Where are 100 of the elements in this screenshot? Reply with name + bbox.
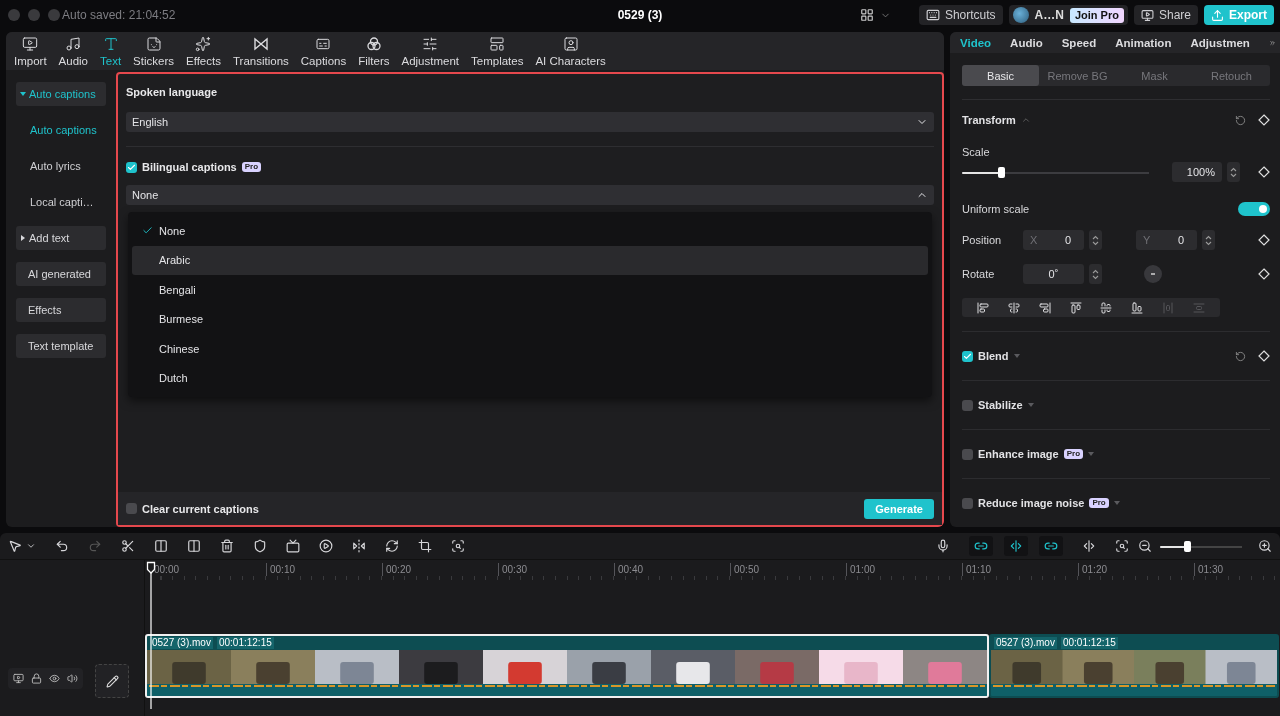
video-clip[interactable]: 0527 (3).mov 00:01:12:15 — [989, 634, 1279, 698]
keyframe-icon[interactable] — [1258, 234, 1270, 246]
sidebar-button[interactable]: Text template — [16, 334, 106, 358]
stepper-icon[interactable] — [1089, 264, 1102, 284]
crop-icon[interactable] — [418, 539, 432, 553]
toolbar-tab[interactable]: Audio — [52, 35, 94, 67]
link-icon[interactable] — [1039, 536, 1063, 556]
toolbar-tab[interactable]: Import — [8, 35, 53, 67]
dropdown-option[interactable]: Bengali — [132, 275, 928, 305]
share-button[interactable]: Share — [1133, 5, 1198, 25]
translation-select[interactable]: None — [126, 185, 934, 205]
toggle-switch[interactable] — [1238, 202, 1270, 216]
zoom-in-icon[interactable] — [1258, 539, 1272, 553]
play-circle-icon[interactable] — [319, 539, 333, 553]
volume-icon[interactable] — [67, 673, 78, 684]
delete-icon[interactable] — [220, 539, 234, 553]
keyframe-icon[interactable] — [1258, 166, 1270, 178]
sidebar-button[interactable]: Effects — [16, 298, 106, 322]
cover-button[interactable] — [95, 664, 129, 698]
pointer-icon[interactable] — [8, 539, 22, 553]
inspector-tab[interactable]: Adjustmen — [1190, 36, 1259, 49]
inspector-tab[interactable]: Speed — [1061, 36, 1106, 49]
sidebar-item[interactable]: Auto captions — [16, 118, 106, 142]
dropdown-option[interactable]: None — [132, 216, 928, 246]
dropdown-option[interactable]: Burmese — [132, 304, 928, 334]
slider-thumb[interactable] — [998, 166, 1006, 178]
microphone-icon[interactable] — [936, 539, 950, 553]
sidebar-item[interactable]: Auto lyrics — [16, 154, 106, 178]
dropdown-option[interactable]: Arabic — [132, 245, 928, 275]
split-left-icon[interactable] — [154, 539, 168, 553]
stepper-icon[interactable] — [1089, 230, 1102, 250]
visibility-icon[interactable] — [49, 673, 60, 684]
align-button[interactable] — [977, 301, 990, 314]
undo-icon[interactable] — [55, 539, 69, 553]
caret-icon[interactable] — [1013, 354, 1020, 358]
rotate-input[interactable]: 0˚ — [1023, 264, 1084, 284]
checkbox[interactable] — [126, 503, 137, 514]
checkbox[interactable] — [962, 497, 973, 509]
subtab[interactable]: Basic — [962, 65, 1039, 86]
reset-icon[interactable] — [1235, 350, 1246, 362]
checkbox[interactable] — [126, 161, 137, 173]
rotation-dial-icon[interactable] — [1144, 265, 1162, 283]
split-icon[interactable] — [1082, 539, 1096, 553]
toolbar-tab[interactable]: AI Characters — [529, 35, 612, 67]
checkbox[interactable] — [962, 350, 973, 362]
layout-icon[interactable] — [859, 8, 874, 22]
dropdown-option[interactable]: Dutch — [132, 363, 928, 393]
shortcuts-button[interactable]: Shortcuts — [918, 5, 1003, 25]
checkbox[interactable] — [962, 448, 973, 460]
scale-input[interactable]: 100% — [1172, 162, 1222, 182]
zoom-out-icon[interactable] — [1138, 539, 1152, 553]
link-icon[interactable] — [969, 536, 993, 556]
keyframe-icon[interactable] — [1258, 114, 1270, 126]
align-button[interactable] — [1100, 301, 1113, 314]
toolbar-tab[interactable]: Captions — [294, 35, 353, 67]
caret-icon[interactable] — [1088, 452, 1095, 456]
scan-icon[interactable] — [451, 539, 465, 553]
toolbar-tab[interactable]: Text — [94, 35, 128, 67]
reset-icon[interactable] — [1235, 114, 1246, 126]
caret-icon[interactable] — [1113, 501, 1120, 505]
join-pro-button[interactable]: Join Pro — [1069, 7, 1124, 23]
video-clip[interactable]: 0527 (3).mov 00:01:12:15 — [145, 634, 989, 698]
caret-icon[interactable] — [1027, 403, 1034, 407]
slider-thumb[interactable] — [1184, 540, 1192, 552]
position-y-input[interactable]: Y 0 — [1136, 230, 1197, 250]
preview-icon[interactable] — [1115, 539, 1129, 553]
screen-icon[interactable] — [286, 539, 300, 553]
inspector-tab[interactable]: Audio — [1010, 36, 1052, 49]
dropdown-option[interactable]: Chinese — [132, 334, 928, 364]
checkbox[interactable] — [962, 399, 973, 411]
inspector-tab[interactable]: Video — [960, 36, 1001, 49]
stepper-icon[interactable] — [1227, 162, 1240, 182]
scissors-icon[interactable] — [121, 539, 135, 553]
toolbar-tab[interactable]: Effects — [180, 35, 227, 67]
keyframe-icon[interactable] — [1258, 350, 1270, 362]
align-button[interactable] — [1038, 301, 1051, 314]
toolbar-tab[interactable]: Templates — [465, 35, 530, 67]
mirror-icon[interactable] — [352, 539, 366, 553]
position-x-input[interactable]: X 0 — [1023, 230, 1084, 250]
language-select[interactable]: English — [126, 112, 934, 132]
snap-icon[interactable] — [1004, 536, 1028, 556]
keyframe-icon[interactable] — [1258, 268, 1270, 280]
lock-icon[interactable] — [31, 673, 42, 684]
account-panel[interactable]: A…N Join Pro — [1008, 5, 1128, 25]
sidebar-group[interactable]: Add text — [16, 226, 106, 250]
toolbar-tab[interactable]: Stickers — [127, 35, 180, 67]
toolbar-tab[interactable]: Adjustment — [395, 35, 466, 67]
align-button[interactable] — [1008, 301, 1021, 314]
toolbar-tab[interactable]: Transitions — [226, 35, 295, 67]
stepper-icon[interactable] — [1202, 230, 1215, 250]
inspector-tab[interactable]: Animation — [1115, 36, 1181, 49]
sidebar-group[interactable]: Auto captions — [16, 82, 106, 106]
rotate-icon[interactable] — [385, 539, 399, 553]
video-track-icon[interactable] — [13, 673, 24, 684]
align-button[interactable] — [1131, 301, 1144, 314]
split-right-icon[interactable] — [187, 539, 201, 553]
align-button[interactable] — [1069, 301, 1082, 314]
shield-icon[interactable] — [253, 539, 267, 553]
sidebar-item[interactable]: Local capti… — [16, 190, 106, 214]
caret-icon[interactable] — [26, 541, 36, 551]
